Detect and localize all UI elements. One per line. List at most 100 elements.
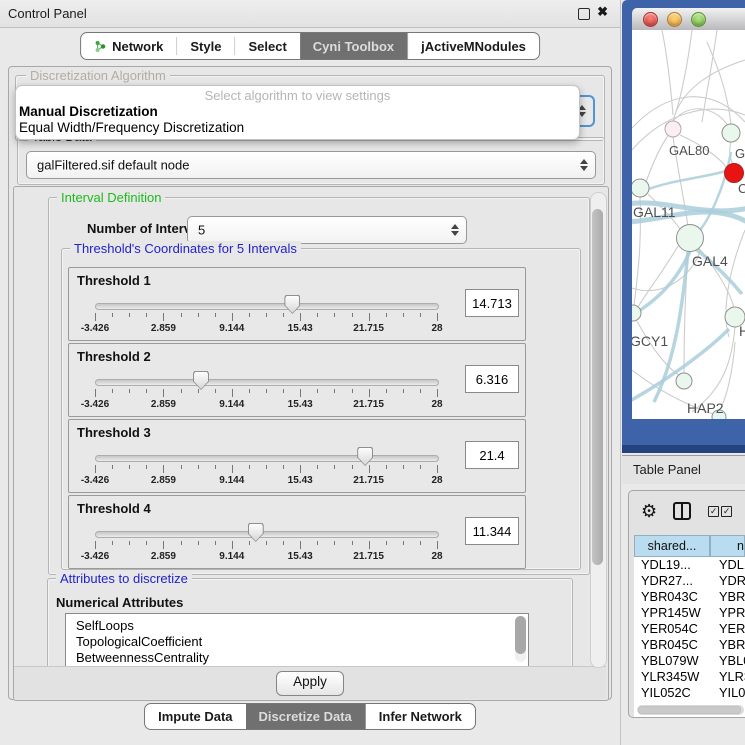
table-row[interactable]: YBR045CYBR0 — [634, 637, 745, 653]
table-cell-shared-name[interactable]: YBL079W — [634, 653, 715, 669]
network-edge[interactable] — [646, 136, 668, 182]
dropdown-option-equal-width-frequency[interactable]: Equal Width/Frequency Discretization — [16, 120, 579, 136]
apply-button[interactable]: Apply — [276, 671, 344, 696]
table-row[interactable]: YER054CYER0 — [634, 621, 745, 637]
tab-cyni-toolbox[interactable]: Cyni Toolbox — [300, 33, 407, 59]
slider-thumb[interactable] — [284, 295, 300, 314]
table-cell-name[interactable]: YLR3 — [715, 669, 745, 685]
tab-jactivemnodules[interactable]: jActiveMNodules — [407, 33, 539, 59]
float-window-icon[interactable] — [578, 8, 590, 20]
node-gal80[interactable] — [665, 121, 681, 137]
attribute-list-item[interactable]: TopologicalCoefficient — [66, 634, 528, 650]
table-cell-shared-name[interactable]: YBR045C — [634, 637, 715, 653]
table-cell-shared-name[interactable]: YBR043C — [634, 589, 715, 605]
node-gcy1[interactable] — [632, 305, 641, 321]
threshold-label: Threshold 2 — [77, 349, 151, 364]
tab-infer-network[interactable]: Infer Network — [365, 704, 475, 729]
tab-style[interactable]: Style — [177, 33, 234, 59]
table-toolbar: ⚙ ✓ ✓ — [629, 491, 745, 531]
tab-impute-data[interactable]: Impute Data — [145, 704, 245, 729]
slider-thumb[interactable] — [357, 447, 373, 466]
close-icon[interactable]: ✖ — [597, 4, 608, 20]
threshold-value-field[interactable] — [465, 289, 519, 317]
table-cell-name[interactable]: YPR1 — [715, 605, 745, 621]
network-edge[interactable] — [675, 30, 692, 115]
network-edge[interactable] — [702, 30, 717, 122]
table-horizontal-scrollbar[interactable] — [637, 705, 744, 715]
threshold-label: Threshold 1 — [77, 273, 151, 288]
tab-discretize-data-label: Discretize Data — [259, 709, 352, 724]
table-row[interactable]: YBR043CYBR0 — [634, 589, 745, 605]
table-cell-shared-name[interactable]: YER054C — [634, 621, 715, 637]
slider-track[interactable] — [95, 531, 439, 538]
node-gal4[interactable] — [677, 225, 704, 252]
table-row[interactable]: YPR145WYPR1 — [634, 605, 745, 621]
slider-thumb[interactable] — [193, 371, 209, 390]
table-row[interactable]: YDR27...YDR2 — [634, 573, 745, 589]
table-data-combobox[interactable]: galFiltered.sif default node — [26, 151, 596, 179]
network-canvas[interactable]: GAL80GALCGAL11GAL4GCY1HHAP2 — [632, 30, 745, 419]
slider-tick-labels: -3.4262.8599.14415.4321.71528 — [95, 399, 437, 411]
slider-thumb[interactable] — [248, 523, 264, 542]
scrollbar-thumb[interactable] — [515, 616, 526, 654]
threshold-value-field[interactable] — [465, 365, 519, 393]
table-cell-shared-name[interactable]: YPR145W — [634, 605, 715, 621]
table-row[interactable]: YBL079WYBL0 — [634, 653, 745, 669]
gear-icon[interactable]: ⚙ — [641, 502, 657, 520]
network-edge[interactable] — [632, 252, 700, 291]
number-of-intervals-combobox[interactable]: 5 — [187, 216, 467, 244]
attribute-list-item[interactable]: BetweennessCentrality — [66, 650, 528, 666]
table-cell-shared-name[interactable]: YIL052C — [634, 685, 715, 701]
tab-cyni-toolbox-label: Cyni Toolbox — [313, 39, 394, 54]
select-columns-icon[interactable]: ✓ ✓ — [708, 506, 732, 517]
table-row[interactable]: YDL19...YDL1 — [634, 557, 745, 573]
attributes-group: Attributes to discretize Numerical Attri… — [47, 578, 573, 676]
tab-network[interactable]: Network — [81, 33, 176, 59]
table-cell-name[interactable]: YDL1 — [715, 557, 745, 573]
table-cell-name[interactable]: YIL0 — [715, 685, 745, 701]
numerical-attributes-list[interactable]: SelfLoopsTopologicalCoefficientBetweenne… — [65, 613, 529, 667]
slider-track[interactable] — [95, 379, 439, 386]
minimize-traffic-light-icon[interactable] — [667, 12, 682, 27]
table-panel: ⚙ ✓ ✓ shared... na YDL19...YDL1YDR27...Y… — [622, 484, 745, 745]
node-selected-red[interactable] — [725, 164, 744, 183]
slider-tick-labels: -3.4262.8599.14415.4321.71528 — [95, 323, 437, 335]
interval-definition-group: Interval Definition Number of Intervals … — [48, 197, 590, 575]
network-edge[interactable] — [673, 109, 728, 126]
table-cell-name[interactable]: YDR2 — [715, 573, 745, 589]
threshold-value-field[interactable] — [465, 517, 519, 545]
slider-track[interactable] — [95, 455, 439, 462]
tab-discretize-data[interactable]: Discretize Data — [246, 704, 365, 729]
zoom-traffic-light-icon[interactable] — [691, 12, 706, 27]
column-layout-icon[interactable] — [673, 502, 691, 520]
network-edge-highlighted[interactable] — [646, 171, 726, 190]
dropdown-option-manual-discretization[interactable]: Manual Discretization — [16, 104, 579, 120]
table-row[interactable]: YIL052CYIL0 — [634, 685, 745, 701]
threshold-value-field[interactable] — [465, 441, 519, 469]
column-header-name[interactable]: na — [710, 535, 745, 557]
scrollbar-thumb[interactable] — [592, 209, 603, 565]
tab-select[interactable]: Select — [235, 33, 299, 59]
network-edge-highlighted[interactable] — [696, 152, 731, 235]
group-title: Discretization Algorithm — [26, 68, 170, 83]
table-cell-shared-name[interactable]: YDL19... — [634, 557, 715, 573]
tab-infer-network-label: Infer Network — [379, 709, 462, 724]
node-gal11[interactable] — [632, 179, 649, 197]
table-cell-shared-name[interactable]: YDR27... — [634, 573, 715, 589]
node-gal[interactable] — [722, 124, 740, 142]
network-window-titlebar[interactable] — [632, 8, 745, 31]
table-cell-name[interactable]: YBR0 — [715, 637, 745, 653]
settings-vertical-scrollbar[interactable] — [590, 192, 607, 668]
slider-track[interactable] — [95, 303, 439, 310]
table-row[interactable]: YLR345WYLR3 — [634, 669, 745, 685]
table-cell-name[interactable]: YBL0 — [715, 653, 745, 669]
attribute-list-item[interactable]: SelfLoops — [66, 618, 528, 634]
table-cell-shared-name[interactable]: YLR345W — [634, 669, 715, 685]
table-cell-name[interactable]: YBR0 — [715, 589, 745, 605]
column-header-shared[interactable]: shared... — [634, 535, 710, 557]
node-hap2[interactable] — [676, 373, 692, 389]
table-cell-name[interactable]: YER0 — [715, 621, 745, 637]
close-traffic-light-icon[interactable] — [643, 12, 658, 27]
attributes-list-scrollbar[interactable] — [515, 616, 526, 662]
scrollbar-thumb[interactable] — [638, 706, 741, 714]
